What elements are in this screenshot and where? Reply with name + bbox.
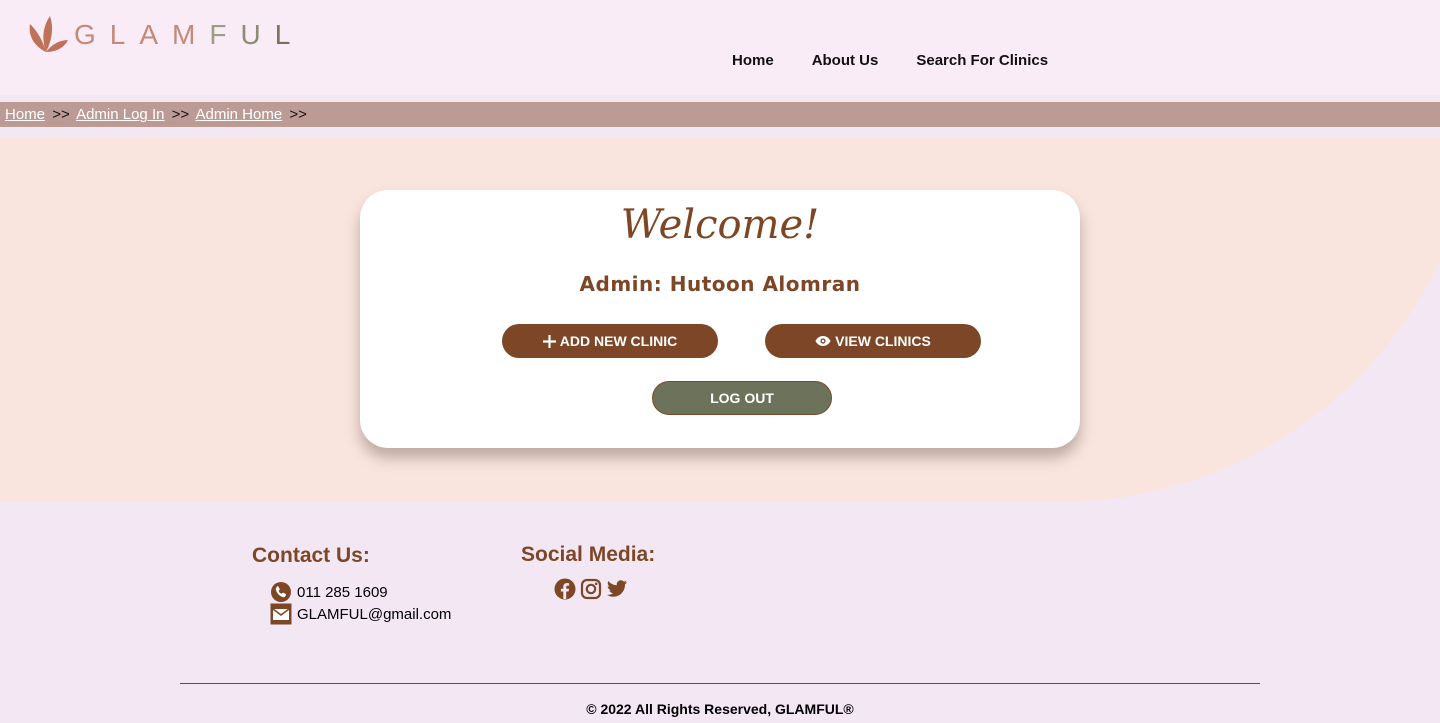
facebook-icon[interactable]	[554, 578, 576, 600]
breadcrumb: Home >> Admin Log In >> Admin Home >>	[0, 102, 1440, 127]
leaf-logo-icon	[29, 16, 68, 52]
add-new-clinic-label: ADD NEW CLINIC	[559, 333, 678, 349]
eye-icon	[815, 336, 831, 346]
email-address: GLAMFUL@gmail.com	[297, 605, 452, 623]
breadcrumb-home[interactable]: Home	[5, 106, 45, 123]
breadcrumb-admin-login[interactable]: Admin Log In	[76, 106, 164, 123]
site-header: GLAMFUL Home About Us Search For Clinics	[0, 0, 1440, 95]
admin-name: Admin: Hutoon Alomran	[579, 272, 861, 296]
logout-button[interactable]: LOG OUT	[652, 381, 832, 415]
view-clinics-label: VIEW CLINICS	[835, 333, 931, 349]
breadcrumb-admin-home[interactable]: Admin Home	[196, 106, 283, 123]
nav-search-clinics[interactable]: Search For Clinics	[916, 52, 1048, 69]
admin-welcome-card: Welcome! Admin: Hutoon Alomran ADD NEW C…	[360, 190, 1080, 448]
instagram-icon[interactable]	[580, 578, 602, 600]
logo-wordmark: GLAMFUL	[74, 19, 304, 51]
logo-letter: G	[74, 19, 110, 50]
logo-letter: L	[109, 19, 140, 50]
email-row: GLAMFUL@gmail.com	[270, 603, 451, 625]
phone-number: 011 285 1609	[297, 583, 388, 601]
breadcrumb-separator: >>	[289, 106, 307, 123]
phone-row: 011 285 1609	[270, 581, 388, 603]
breadcrumb-separator: >>	[52, 106, 70, 123]
main-nav: Home About Us Search For Clinics	[732, 52, 1086, 69]
footer-divider	[180, 683, 1260, 684]
nav-about-us[interactable]: About Us	[812, 52, 879, 69]
contact-title: Contact Us:	[252, 544, 370, 567]
logo-letter: U	[240, 19, 275, 50]
logo-letter: A	[139, 19, 173, 50]
view-clinics-button[interactable]: VIEW CLINICS	[765, 324, 981, 358]
glamful-logo[interactable]: GLAMFUL	[24, 10, 304, 56]
twitter-icon[interactable]	[606, 578, 628, 600]
logo-letter: F	[209, 19, 241, 50]
welcome-heading: Welcome!	[620, 202, 820, 248]
phone-icon	[271, 582, 291, 602]
breadcrumb-separator: >>	[171, 106, 190, 123]
plus-icon	[542, 334, 556, 348]
add-new-clinic-button[interactable]: ADD NEW CLINIC	[502, 324, 718, 358]
logo-letter: M	[172, 19, 210, 50]
nav-home[interactable]: Home	[732, 52, 774, 69]
mail-icon	[270, 603, 292, 625]
copyright: © 2022 All Rights Reserved, GLAMFUL®	[586, 701, 854, 717]
social-media-title: Social Media:	[521, 543, 656, 566]
logo-letter: L	[274, 19, 305, 50]
social-icons	[554, 578, 628, 600]
